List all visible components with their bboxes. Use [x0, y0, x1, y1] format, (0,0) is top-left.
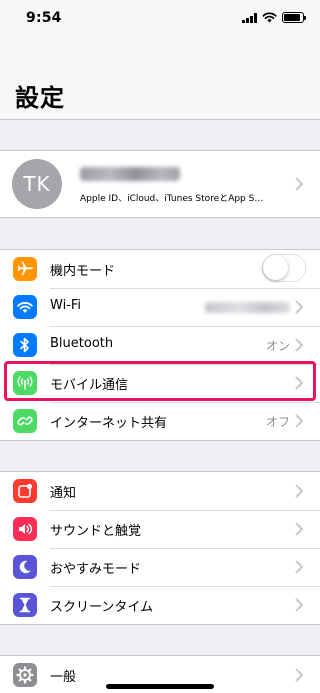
blurred-account-name	[80, 167, 180, 181]
toggle-knob	[263, 255, 288, 280]
settings-row-label: インターネット共有	[50, 416, 168, 431]
cellular-signal-icon	[242, 12, 257, 23]
airplane-icon	[13, 257, 37, 281]
settings-row-sounds[interactable]: サウンドと触覚	[0, 510, 320, 548]
antenna-icon	[13, 371, 37, 395]
chevron-right-icon	[295, 376, 303, 390]
hotspot-icon	[13, 409, 37, 433]
settings-row-notifications[interactable]: 通知	[0, 472, 320, 510]
settings-row-wifi[interactable]: Wi-Fi	[0, 288, 320, 326]
settings-row-screen-time[interactable]: スクリーンタイム	[0, 586, 320, 624]
apple-id-subtitle: Apple ID、iCloud、iTunes StoreとApp S…	[80, 194, 264, 204]
bluetooth-status-value: オン	[265, 339, 290, 353]
settings-row-label: 通知	[50, 486, 77, 501]
hourglass-icon	[13, 593, 37, 617]
settings-row-do-not-disturb[interactable]: おやすみモード	[0, 548, 320, 586]
chevron-right-icon	[295, 414, 303, 428]
connectivity-group: 機内モード Wi-Fi Bluetooth オン モバイル通信 インターネット共…	[0, 249, 320, 441]
chevron-right-icon	[295, 598, 303, 612]
airplane-mode-toggle[interactable]	[262, 254, 306, 282]
profile-group: TK Apple ID、iCloud、iTunes StoreとApp S…	[0, 150, 320, 218]
settings-row-label: スクリーンタイム	[50, 600, 154, 615]
speaker-icon	[13, 517, 37, 541]
settings-row-label: おやすみモード	[50, 562, 142, 577]
settings-row-label: Bluetooth	[50, 336, 114, 351]
settings-row-mobile-data[interactable]: モバイル通信	[0, 364, 320, 402]
settings-row-personal-hotspot[interactable]: インターネット共有 オフ	[0, 402, 320, 440]
settings-row-label: 一般	[50, 670, 77, 685]
status-icons	[242, 12, 306, 23]
settings-row-bluetooth[interactable]: Bluetooth オン	[0, 326, 320, 364]
navigation-bar: 設定	[0, 40, 320, 120]
battery-icon	[282, 12, 306, 23]
settings-row-label: モバイル通信	[50, 378, 129, 393]
status-bar: 9:54	[0, 0, 320, 40]
blurred-network-name	[205, 302, 290, 313]
page-title: 設定	[15, 84, 65, 112]
chevron-right-icon	[295, 338, 303, 352]
chevron-right-icon	[295, 560, 303, 574]
status-time: 9:54	[26, 10, 62, 26]
avatar-initials: TK	[23, 172, 51, 196]
moon-icon	[13, 555, 37, 579]
chevron-right-icon	[295, 177, 303, 191]
apple-id-row[interactable]: TK Apple ID、iCloud、iTunes StoreとApp S…	[0, 151, 320, 217]
hotspot-status-value: オフ	[265, 415, 290, 429]
avatar: TK	[12, 159, 62, 209]
gear-icon	[13, 663, 37, 687]
chevron-right-icon	[295, 300, 303, 314]
wifi-icon	[13, 295, 37, 319]
chevron-right-icon	[295, 484, 303, 498]
notifications-icon	[13, 479, 37, 503]
home-indicator[interactable]	[106, 684, 214, 689]
bluetooth-icon	[13, 333, 37, 357]
settings-row-label: Wi-Fi	[50, 298, 82, 313]
notifications-group: 通知 サウンドと触覚 おやすみモード スクリーンタイム	[0, 471, 320, 625]
wifi-status-icon	[262, 12, 277, 23]
chevron-right-icon	[295, 522, 303, 536]
settings-row-airplane-mode: 機内モード	[0, 250, 320, 288]
settings-row-label: サウンドと触覚	[50, 524, 142, 539]
chevron-right-icon	[295, 668, 303, 682]
settings-row-label: 機内モード	[50, 264, 116, 279]
